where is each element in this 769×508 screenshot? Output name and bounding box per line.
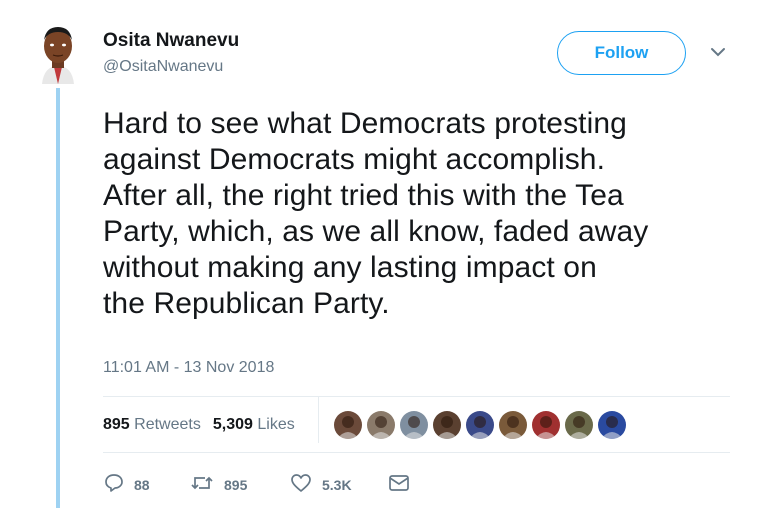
likes-stat[interactable]: 5,309 Likes (213, 416, 295, 434)
retweet-action[interactable]: 895 (190, 473, 290, 496)
like-count: 5.3K (322, 476, 352, 493)
retweets-stat[interactable]: 895 Retweets (103, 416, 201, 434)
author-handle[interactable]: @OsitaNwanevu (103, 58, 239, 76)
direct-message-action[interactable] (388, 474, 420, 495)
tweet-actions: 88 895 5.3K (104, 473, 420, 496)
author-block[interactable]: Osita Nwanevu @OsitaNwanevu (103, 30, 239, 76)
tweet-line: After all, the right tried this with the… (103, 179, 624, 212)
engagement-stats: 895 Retweets 5,309 Likes (103, 416, 307, 434)
retweet-icon (190, 473, 224, 496)
liker-avatars (334, 411, 631, 439)
tweet-line: the Republican Party. (103, 287, 390, 320)
liker-avatar[interactable] (499, 411, 527, 439)
envelope-icon (388, 474, 420, 495)
heart-icon (290, 473, 322, 496)
stats-separator (318, 397, 319, 443)
likes-label: Likes (257, 416, 295, 433)
liker-avatar[interactable] (532, 411, 560, 439)
retweet-count: 895 (224, 476, 248, 493)
follow-button[interactable]: Follow (557, 31, 686, 75)
chevron-down-icon[interactable] (709, 46, 727, 60)
liker-avatar[interactable] (466, 411, 494, 439)
liker-avatar[interactable] (334, 411, 362, 439)
timestamp[interactable]: 11:01 AM - 13 Nov 2018 (103, 359, 274, 377)
tweet-text: Hard to see what Democrats protesting ag… (103, 106, 743, 322)
divider (103, 396, 730, 397)
liker-avatar[interactable] (565, 411, 593, 439)
thread-line (56, 88, 60, 508)
tweet-line: Hard to see what Democrats protesting (103, 107, 627, 140)
liker-avatar[interactable] (433, 411, 461, 439)
divider (103, 452, 730, 453)
retweets-count: 895 (103, 416, 130, 433)
liker-avatar[interactable] (367, 411, 395, 439)
reply-icon (104, 473, 134, 496)
retweets-label: Retweets (134, 416, 201, 433)
tweet-line: without making any lasting impact on (103, 251, 597, 284)
liker-avatar[interactable] (400, 411, 428, 439)
likes-count: 5,309 (212, 416, 253, 433)
like-action[interactable]: 5.3K (290, 473, 388, 496)
tweet-line: Party, which, as we all know, faded away (103, 215, 649, 248)
reply-count: 88 (134, 476, 150, 493)
liker-avatar[interactable] (598, 411, 626, 439)
avatar[interactable] (34, 22, 82, 84)
tweet-line: against Democrats might accomplish. (103, 143, 606, 176)
author-name[interactable]: Osita Nwanevu (103, 30, 239, 52)
reply-action[interactable]: 88 (104, 473, 190, 496)
